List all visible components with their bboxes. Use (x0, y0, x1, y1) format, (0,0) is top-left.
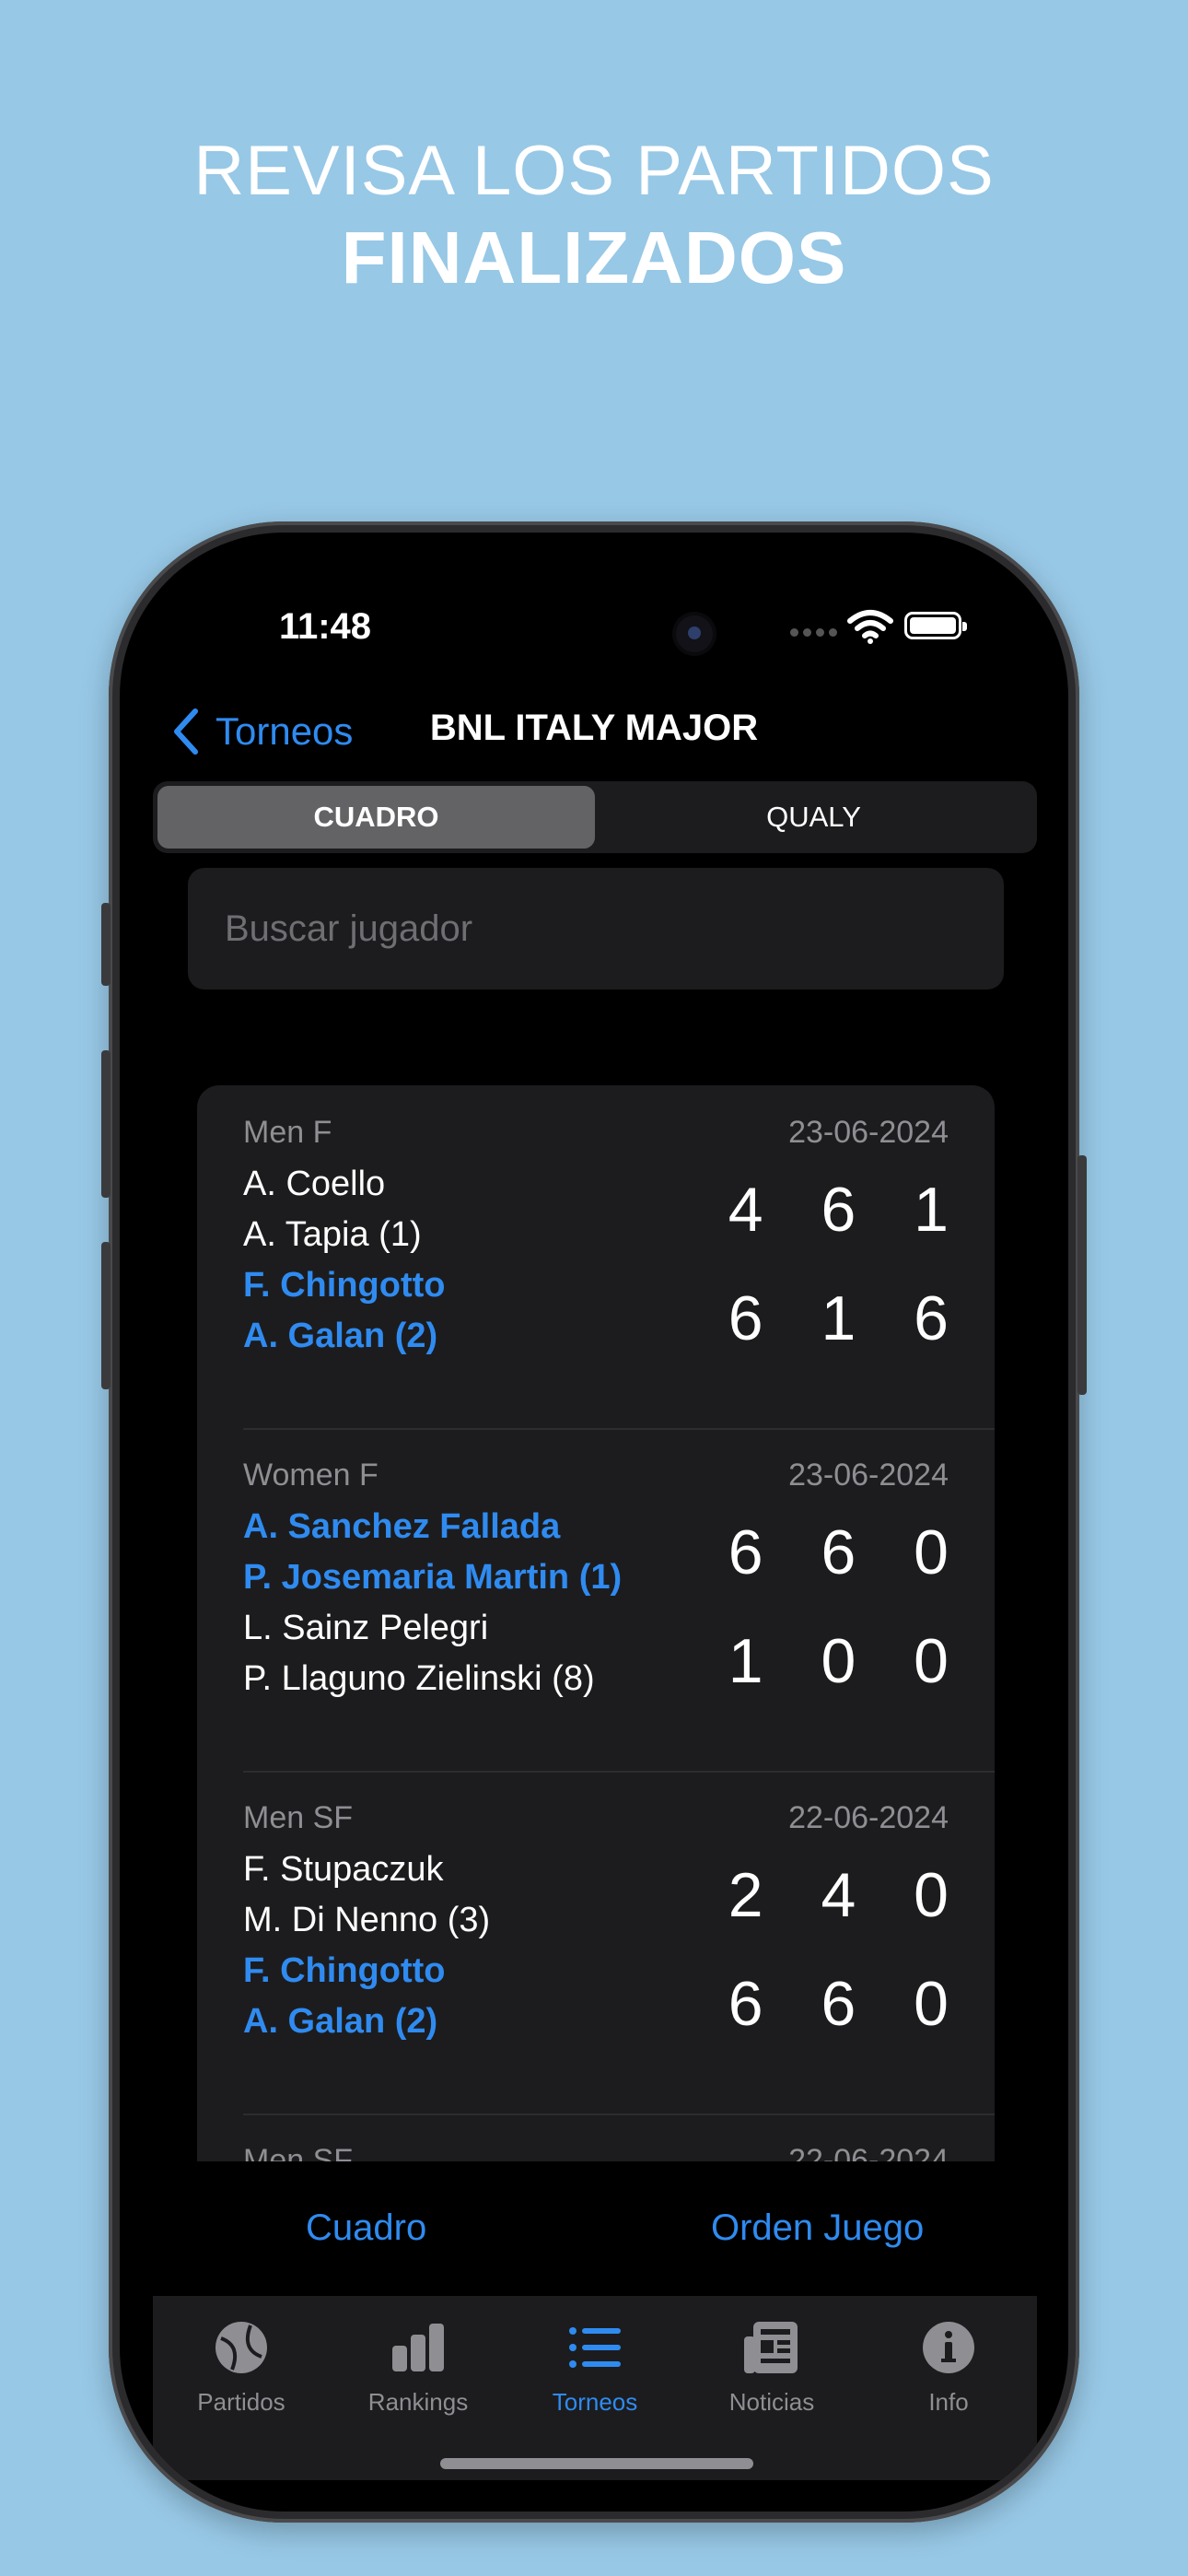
match-card[interactable]: Men SF 22-06-2024 F. Stupaczuk M. Di Nen… (197, 1771, 995, 2113)
player-name: P. Llaguno Zielinski (8) (243, 1659, 595, 1698)
tab-rankings[interactable]: Rankings (330, 2296, 507, 2480)
segment-qualy[interactable]: QUALY (595, 786, 1032, 849)
team2-score: 6 1 6 (728, 1283, 969, 1353)
phone-side-button (101, 1242, 111, 1389)
tab-label: Rankings (367, 2388, 469, 2416)
tab-noticias[interactable]: Noticias (683, 2296, 860, 2480)
search-input[interactable] (225, 907, 967, 950)
player-name-winner: A. Galan (2) (243, 1317, 438, 1355)
back-button[interactable]: Torneos (168, 706, 353, 757)
player-name-winner: F. Chingotto (243, 1266, 446, 1305)
player-name-winner: A. Galan (2) (243, 2002, 438, 2041)
tab-bar: Partidos Rankings Torneos Noticias Info (153, 2296, 1037, 2480)
player-name-winner: F. Chingotto (243, 1951, 446, 1990)
match-round: Men F (243, 1115, 332, 1150)
match-round: Men SF (243, 2143, 354, 2161)
wifi-icon (847, 610, 893, 644)
tab-label: Info (928, 2388, 969, 2416)
team2-score: 6 6 0 (728, 1969, 969, 2039)
headline-line-2: FINALIZADOS (341, 217, 847, 299)
match-round: Women F (243, 1458, 379, 1493)
tab-info[interactable]: Info (860, 2296, 1037, 2480)
phone-screen: 11:48 Torneos BNL ITALY MAJOR CUADRO QUA… (120, 533, 1068, 2512)
segment-cuadro[interactable]: CUADRO (157, 786, 595, 849)
chevron-left-icon (174, 708, 198, 755)
matches-list: Men F 23-06-2024 A. Coello A. Tapia (1) … (197, 1085, 995, 2161)
tab-label: Torneos (552, 2388, 638, 2416)
match-date: 22-06-2024 (788, 1800, 949, 1835)
match-card[interactable]: Men SF 22-06-2024 (197, 2113, 995, 2161)
player-name: L. Sainz Pelegri (243, 1609, 489, 1647)
headline-line-1: REVISA LOS PARTIDOS (193, 132, 995, 210)
team1-score: 2 4 0 (728, 1860, 969, 1930)
team1-score: 4 6 1 (728, 1175, 969, 1245)
phone-side-button (1077, 1155, 1087, 1395)
match-card[interactable]: Men F 23-06-2024 A. Coello A. Tapia (1) … (197, 1085, 995, 1428)
player-name: M. Di Nenno (3) (243, 1901, 491, 1939)
bottom-links-bar: Cuadro Orden Juego (120, 2161, 1068, 2300)
page-title: BNL ITALY MAJOR (429, 708, 759, 748)
search-bar (188, 868, 1004, 989)
list-icon (569, 2327, 621, 2368)
player-name: A. Coello (243, 1165, 386, 1203)
match-date: 23-06-2024 (788, 1115, 949, 1150)
match-round: Men SF (243, 1800, 354, 1835)
promo-headline: REVISA LOS PARTIDOS FINALIZADOS (0, 129, 1188, 302)
ball-icon (215, 2322, 267, 2373)
tab-partidos[interactable]: Partidos (153, 2296, 330, 2480)
cuadro-link[interactable]: Cuadro (306, 2207, 426, 2249)
player-name-winner: P. Josemaria Martin (1) (243, 1558, 623, 1597)
match-date: 22-06-2024 (788, 2143, 949, 2161)
player-name: A. Tapia (1) (243, 1215, 422, 1254)
team2-score: 1 0 0 (728, 1626, 969, 1696)
home-indicator (440, 2458, 753, 2469)
player-name: F. Stupaczuk (243, 1850, 444, 1889)
tab-label: Partidos (197, 2388, 285, 2416)
phone-side-button (101, 903, 111, 986)
player-name-winner: A. Sanchez Fallada (243, 1507, 561, 1546)
bar-chart-icon (392, 2324, 444, 2371)
info-icon (923, 2322, 974, 2373)
match-date: 23-06-2024 (788, 1458, 949, 1493)
team1-score: 6 6 0 (728, 1517, 969, 1587)
match-card[interactable]: Women F 23-06-2024 A. Sanchez Fallada P.… (197, 1428, 995, 1771)
newspaper-icon (744, 2322, 798, 2373)
camera-icon (676, 615, 713, 652)
battery-icon (904, 612, 967, 639)
segmented-control: CUADRO QUALY (153, 781, 1037, 853)
tab-torneos[interactable]: Torneos (507, 2296, 683, 2480)
phone-side-button (101, 1050, 111, 1198)
signal-icon (790, 628, 838, 638)
orden-juego-link[interactable]: Orden Juego (711, 2207, 924, 2249)
tab-label: Noticias (728, 2388, 815, 2416)
status-time: 11:48 (278, 606, 372, 647)
